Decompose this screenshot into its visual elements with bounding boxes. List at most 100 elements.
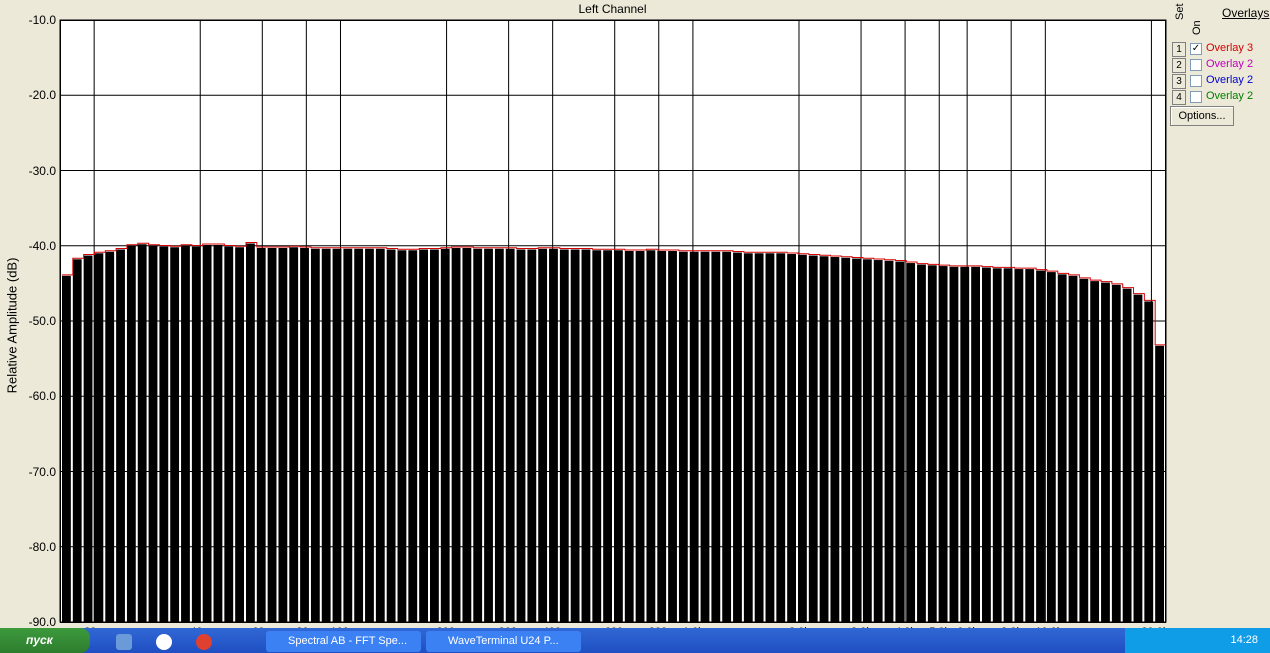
spectrum-bar bbox=[982, 267, 991, 622]
spectrum-bar bbox=[711, 251, 721, 622]
spectrum-bar bbox=[592, 250, 602, 622]
spectrum-bar bbox=[148, 245, 158, 622]
spectrum-bar bbox=[765, 253, 775, 622]
spectrum-bar bbox=[668, 251, 677, 622]
overlay-row-2: 2 Overlay 2 bbox=[1172, 58, 1270, 73]
spectrum-bar bbox=[798, 254, 807, 622]
spectrum-bar bbox=[1079, 278, 1089, 622]
spectrum-bar bbox=[83, 255, 93, 622]
overlay-row-4: 4 Overlay 2 bbox=[1172, 90, 1270, 105]
overlay-set-button-3[interactable]: 3 bbox=[1172, 74, 1186, 89]
quicklaunch-desktop-icon[interactable] bbox=[116, 634, 132, 650]
spectrum-bar bbox=[72, 259, 82, 622]
spectrum-bar bbox=[462, 248, 472, 622]
quicklaunch-browser-icon[interactable] bbox=[196, 634, 212, 650]
spectrum-bar bbox=[159, 246, 169, 622]
spectrum-bar bbox=[1046, 272, 1056, 622]
spectrum-bar bbox=[906, 263, 916, 622]
spectrum-bar bbox=[700, 251, 710, 622]
overlay-label-3: Overlay 2 bbox=[1206, 74, 1254, 86]
spectrum-bar bbox=[105, 251, 115, 622]
taskbar-task-spectral[interactable]: Spectral AB - FFT Spe... bbox=[266, 631, 421, 652]
spectrum-bar bbox=[365, 248, 374, 622]
spectrum-bar bbox=[419, 249, 428, 622]
spectrum-bar bbox=[375, 248, 385, 622]
spectrum-bar bbox=[1133, 294, 1143, 622]
start-button[interactable]: пуск bbox=[0, 628, 90, 653]
spectrum-bar bbox=[213, 244, 223, 622]
overlays-on-header: On bbox=[1191, 20, 1203, 35]
spectrum-bar bbox=[300, 248, 309, 622]
spectrum-bar bbox=[895, 261, 905, 622]
spectrum-bar bbox=[635, 251, 645, 622]
spectrum-bar bbox=[256, 248, 266, 622]
spectrum-bar bbox=[689, 251, 699, 622]
spectrum-bar bbox=[278, 248, 288, 622]
spectrum-bar bbox=[841, 257, 851, 622]
spectrum-bar bbox=[202, 244, 212, 622]
spectrum-bar bbox=[830, 257, 840, 622]
spectrum-bar bbox=[289, 247, 299, 622]
spectrum-bar bbox=[1101, 282, 1110, 622]
overlay-checkbox-3[interactable] bbox=[1190, 75, 1202, 87]
spectrum-bar bbox=[787, 254, 796, 622]
overlays-panel: Overlays Set On 1 ✓ Overlay 3 2 Overlay … bbox=[1170, 3, 1270, 134]
overlay-row-1: 1 ✓ Overlay 3 bbox=[1172, 42, 1270, 57]
taskbar: пуск Spectral AB - FFT Spe... WaveTermin… bbox=[0, 628, 1270, 653]
spectrum-bar bbox=[614, 250, 623, 622]
spectrum-bar bbox=[960, 266, 970, 622]
spectrum-bar bbox=[224, 246, 234, 622]
spectrum-bar bbox=[473, 248, 483, 622]
spectrum-bar bbox=[1057, 274, 1067, 622]
options-button[interactable]: Options... bbox=[1170, 106, 1234, 126]
app-window: Left Channel Relative Amplitude (dB) -10… bbox=[0, 0, 1270, 638]
spectrum-bar bbox=[1144, 301, 1154, 622]
spectrum-bar bbox=[808, 255, 818, 622]
spectrum-bar bbox=[505, 248, 515, 622]
spectrum-bar bbox=[137, 244, 147, 622]
overlay-label-2: Overlay 2 bbox=[1206, 58, 1254, 70]
spectrum-bar bbox=[657, 251, 667, 622]
spectrum-bar bbox=[873, 260, 883, 622]
overlay-checkbox-4[interactable] bbox=[1190, 91, 1202, 103]
spectrum-bar bbox=[992, 268, 1002, 622]
overlay-row-3: 3 Overlay 2 bbox=[1172, 74, 1270, 89]
clock: 14:28 bbox=[1230, 634, 1258, 646]
spectrum-bar bbox=[549, 248, 558, 622]
quicklaunch-clock-icon[interactable] bbox=[156, 634, 172, 650]
spectrum-bar bbox=[678, 251, 688, 622]
overlay-checkbox-2[interactable] bbox=[1190, 59, 1202, 71]
spectrum-bar bbox=[1068, 275, 1078, 622]
spectrum-bar bbox=[116, 249, 125, 622]
overlay-label-1: Overlay 3 bbox=[1206, 42, 1254, 54]
spectrum-bar bbox=[267, 248, 277, 622]
spectrum-bar bbox=[927, 265, 937, 622]
spectrum-bar bbox=[646, 250, 656, 622]
spectrum-bar bbox=[440, 248, 450, 622]
overlay-set-button-4[interactable]: 4 bbox=[1172, 90, 1186, 105]
spectrum-bar bbox=[938, 266, 948, 622]
overlays-set-header: Set bbox=[1174, 3, 1186, 20]
spectrum-bar bbox=[527, 249, 537, 622]
overlay-checkbox-1[interactable]: ✓ bbox=[1190, 43, 1202, 55]
spectrum-bar bbox=[494, 248, 504, 622]
spectrum-bar bbox=[1014, 269, 1024, 622]
spectrum-bar bbox=[819, 256, 829, 622]
spectrum-bar bbox=[949, 266, 959, 622]
system-tray: 14:28 bbox=[1125, 628, 1270, 653]
spectrum-bar bbox=[1122, 288, 1132, 622]
spectrum-bar bbox=[310, 248, 320, 622]
spectrum-bar bbox=[343, 248, 353, 622]
spectrum-bar bbox=[332, 248, 342, 622]
spectrum-bar bbox=[1025, 269, 1035, 622]
spectrum-bar bbox=[181, 245, 190, 622]
spectrum-bar bbox=[246, 243, 255, 622]
spectrum-bar bbox=[62, 275, 71, 622]
spectrum-bar bbox=[321, 248, 331, 622]
spectrum-bar bbox=[1090, 281, 1100, 622]
overlay-set-button-2[interactable]: 2 bbox=[1172, 58, 1186, 73]
spectrum-bar bbox=[126, 245, 136, 622]
spectrum-bar bbox=[971, 266, 980, 622]
overlay-set-button-1[interactable]: 1 bbox=[1172, 42, 1186, 57]
taskbar-task-waveterminal[interactable]: WaveTerminal U24 P... bbox=[426, 631, 581, 652]
